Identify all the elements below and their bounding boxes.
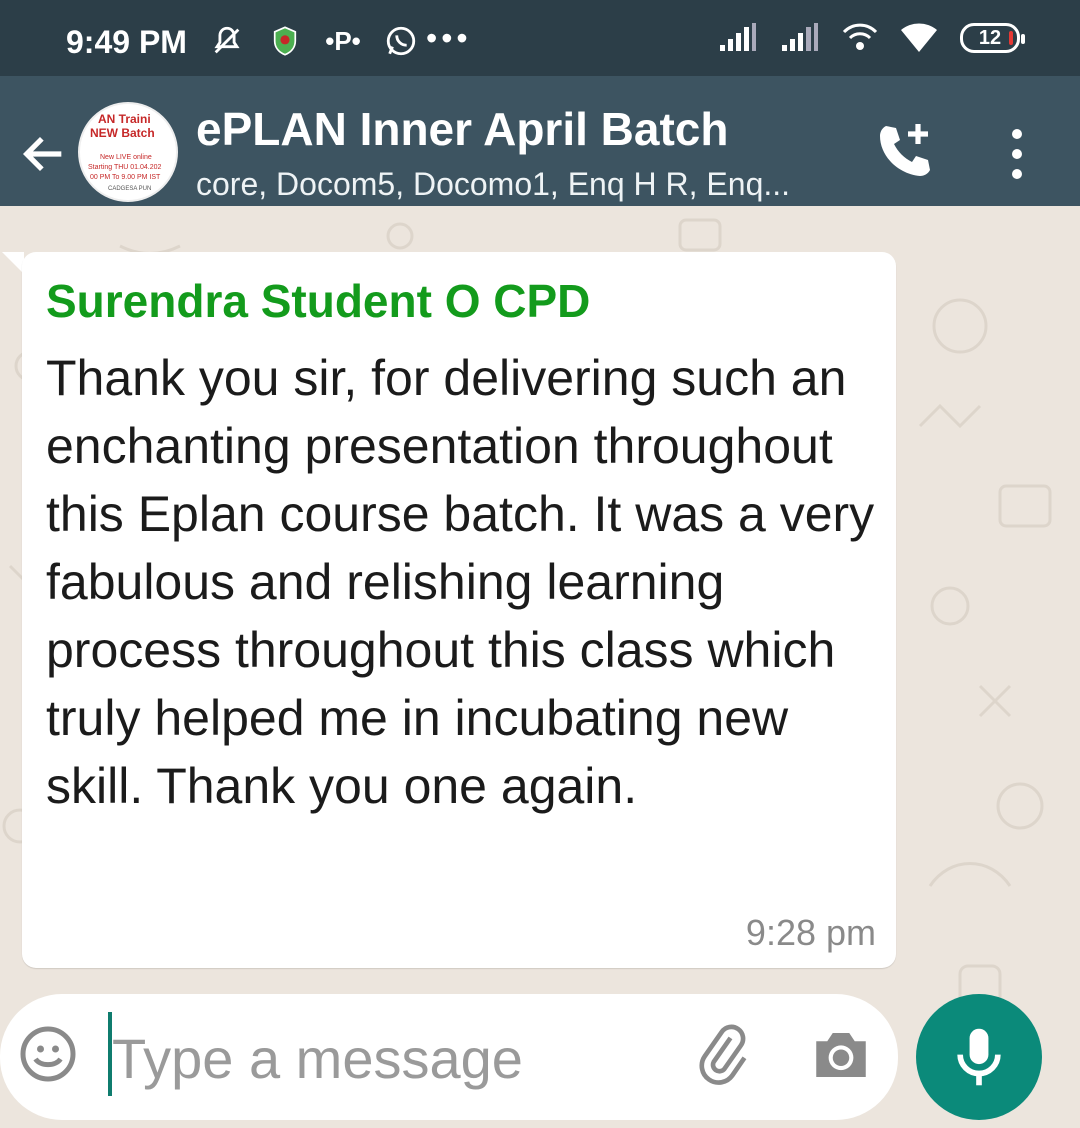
- more-dots-icon: •••: [426, 20, 472, 56]
- message-bubble[interactable]: Surendra Student O CPD Thank you sir, fo…: [22, 252, 896, 968]
- group-avatar[interactable]: AN Traini NEW Batch New LIVE online Star…: [78, 102, 178, 202]
- message-sender[interactable]: Surendra Student O CPD: [46, 274, 590, 328]
- camera-icon[interactable]: [808, 1024, 874, 1086]
- mute-icon: [210, 24, 244, 58]
- shield-icon: [268, 24, 302, 58]
- add-call-icon[interactable]: [874, 120, 934, 180]
- signal-icon: [720, 23, 756, 51]
- wifi-call-icon: [842, 23, 878, 50]
- back-arrow-icon[interactable]: [18, 128, 70, 180]
- chat-header: AN Traini NEW Batch New LIVE online Star…: [0, 76, 1080, 206]
- message-input[interactable]: Type a message: [112, 1026, 523, 1091]
- voice-message-button[interactable]: [916, 994, 1042, 1120]
- battery-icon: 12: [960, 23, 1025, 53]
- mic-icon: [957, 1028, 1001, 1086]
- message-text: Thank you sir, for delivering such an en…: [46, 350, 875, 814]
- status-bar: 9:49 PM •P• ••• 12: [0, 0, 1080, 76]
- status-notification-icons: •P•: [210, 24, 418, 58]
- p-icon: •P•: [325, 25, 361, 56]
- whatsapp-icon: [384, 24, 418, 58]
- bubble-tail: [2, 252, 24, 274]
- emoji-icon[interactable]: [18, 1024, 78, 1084]
- attach-icon[interactable]: [692, 1024, 754, 1086]
- message-input-bar[interactable]: Type a message: [0, 994, 898, 1120]
- wifi-icon: [901, 23, 937, 52]
- signal-icon-2: [782, 23, 818, 51]
- status-system-icons: 12: [718, 22, 1025, 54]
- group-participants[interactable]: core, Docom5, Docomo1, Enq H R, Enq...: [196, 166, 790, 203]
- message-time: 9:28 pm: [745, 912, 876, 953]
- status-time: 9:49 PM: [66, 24, 187, 60]
- overflow-menu-icon[interactable]: [1002, 126, 1032, 182]
- group-title[interactable]: ePLAN Inner April Batch: [196, 102, 728, 156]
